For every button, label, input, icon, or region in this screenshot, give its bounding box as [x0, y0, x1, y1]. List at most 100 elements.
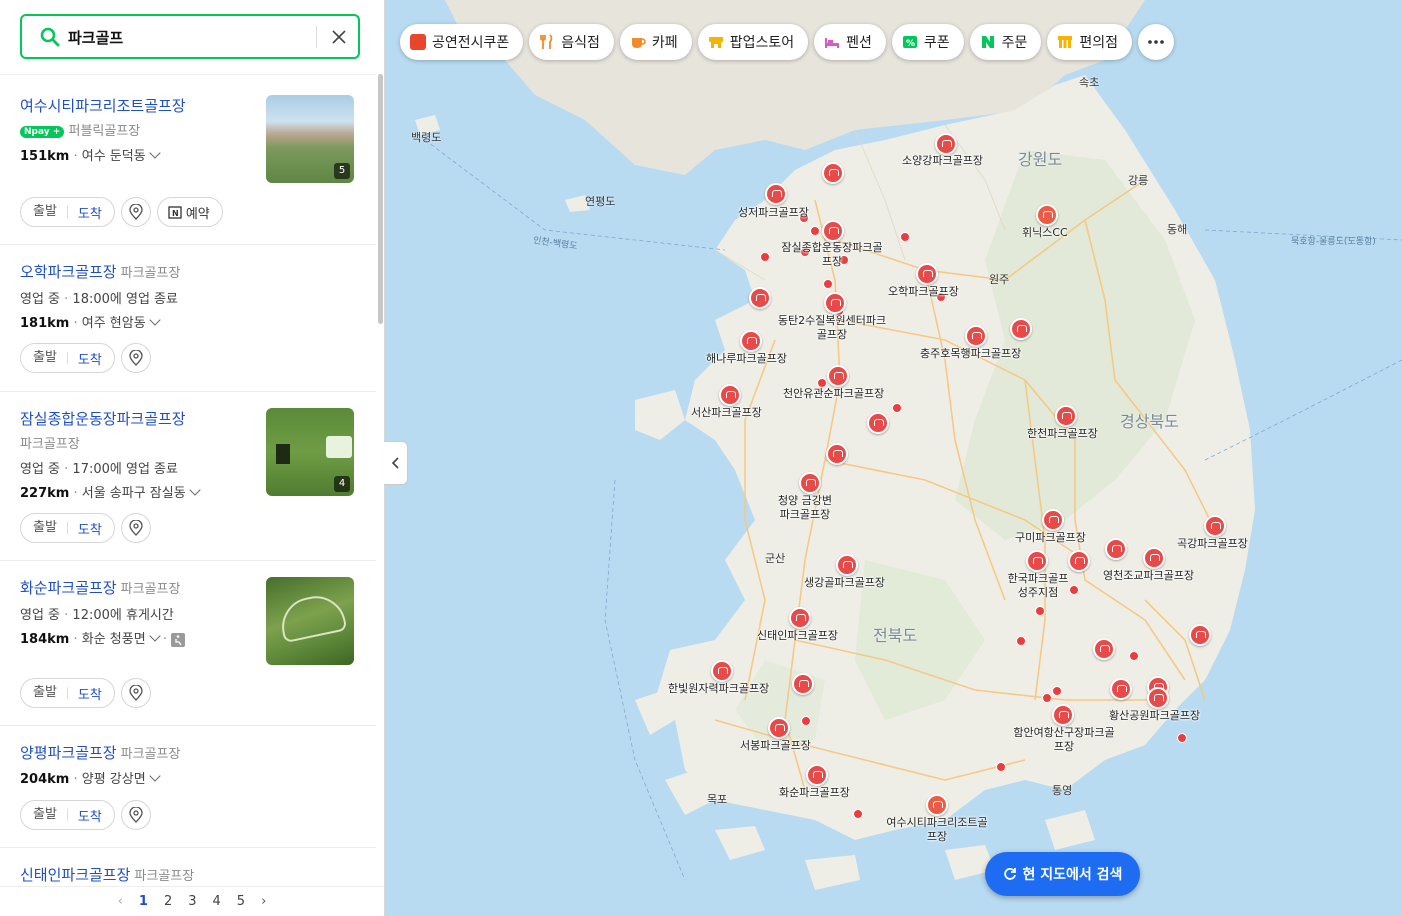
- result-item-ohak-park[interactable]: 오학파크골프장 파크골프장 영업 중 · 18:00에 영업 종료 181km ·…: [0, 245, 376, 392]
- map-dot[interactable]: [1177, 733, 1187, 743]
- map-pin[interactable]: [826, 443, 848, 465]
- map-pin[interactable]: [1105, 538, 1127, 560]
- result-item-yangpyeong-park[interactable]: 양평파크골프장 파크골프장 204km · 양평 강상면 출발 도착: [0, 726, 376, 848]
- map-pin-gumi[interactable]: [1042, 509, 1064, 531]
- map-pin-gokgang[interactable]: [1204, 515, 1226, 537]
- result-photo[interactable]: 5: [266, 95, 354, 183]
- depart-button[interactable]: 출발: [21, 808, 68, 821]
- depart-button[interactable]: 출발: [21, 686, 68, 699]
- map-pin-yeongcheon[interactable]: [1143, 547, 1165, 569]
- map-pin[interactable]: [1189, 624, 1211, 646]
- search-box[interactable]: [20, 14, 360, 59]
- place-label[interactable]: 한빛원자력파크골프장: [668, 682, 769, 696]
- result-photo[interactable]: 4: [266, 408, 354, 496]
- chip-convenience-store[interactable]: 편의점: [1047, 24, 1133, 60]
- page-5[interactable]: 5: [237, 894, 245, 909]
- place-label[interactable]: 영천조교파크골프장: [1103, 569, 1194, 583]
- place-label[interactable]: 해나루파크골프장: [706, 352, 787, 366]
- map-dot[interactable]: [996, 762, 1006, 772]
- reserve-button[interactable]: N 예약: [156, 197, 223, 227]
- place-label[interactable]: 청양 금강변 파크골프장: [775, 494, 835, 522]
- place-label[interactable]: 동탄2수질복원센터파크 골프장: [777, 314, 887, 342]
- place-label[interactable]: 한천파크골프장: [1027, 427, 1098, 441]
- depart-button[interactable]: 출발: [21, 351, 68, 364]
- page-2[interactable]: 2: [164, 894, 172, 909]
- place-label[interactable]: 여수시티파크리조트골 프장: [881, 816, 993, 844]
- arrive-button[interactable]: 도착: [68, 519, 114, 538]
- place-label[interactable]: 황산공원파크골프장: [1109, 709, 1200, 723]
- map-pin-ohak[interactable]: [916, 263, 938, 285]
- map-pin-cheonan[interactable]: [827, 365, 849, 387]
- result-title[interactable]: 여수시티파크리조트골프장: [20, 95, 186, 116]
- map-pin[interactable]: [1068, 550, 1090, 572]
- map-dot[interactable]: [1042, 693, 1052, 703]
- chevron-down-icon[interactable]: [189, 484, 201, 496]
- result-title[interactable]: 양평파크골프장: [20, 744, 117, 762]
- more-chips-button[interactable]: [1138, 24, 1175, 60]
- chip-performance-coupon[interactable]: 공연전시쿠폰: [400, 24, 524, 60]
- collapse-panel-button[interactable]: [384, 441, 408, 485]
- map-dot[interactable]: [1016, 636, 1026, 646]
- arrive-button[interactable]: 도착: [68, 806, 114, 825]
- map-pin-haenaru[interactable]: [740, 330, 762, 352]
- place-label[interactable]: 충주호목행파크골프장: [920, 347, 1021, 361]
- place-label[interactable]: 휘닉스CC: [1022, 226, 1068, 240]
- location-pin-button[interactable]: [120, 343, 151, 373]
- place-label[interactable]: 신태인파크골프장: [757, 629, 838, 643]
- place-label[interactable]: 함안여항산구장파크골 프장: [1009, 726, 1119, 754]
- map-dot[interactable]: [1129, 651, 1139, 661]
- map-pin-chungju[interactable]: [965, 325, 987, 347]
- search-input[interactable]: [68, 24, 308, 50]
- map-dot[interactable]: [760, 252, 770, 262]
- page-4[interactable]: 4: [213, 894, 221, 909]
- chip-popup-store[interactable]: 팝업스토어: [697, 24, 809, 60]
- map-pin-jamsil[interactable]: [822, 220, 844, 242]
- depart-button[interactable]: 출발: [21, 521, 68, 534]
- result-title[interactable]: 신태인파크골프장: [20, 866, 130, 884]
- result-item-jamsil-park[interactable]: 잠실종합운동장파크골프장 파크골프장 영업 중 · 17:00에 영업 종료 2…: [0, 392, 376, 561]
- map-pin-sintaein[interactable]: [789, 607, 811, 629]
- result-photo[interactable]: [266, 577, 354, 665]
- chevron-down-icon[interactable]: [149, 770, 161, 782]
- location-pin-button[interactable]: [120, 800, 151, 830]
- chevron-down-icon[interactable]: [149, 630, 161, 642]
- result-item-yeosu-city-park[interactable]: 여수시티파크리조트골프장 Npay + 퍼블릭골프장 151km · 여수 둔덕…: [0, 75, 376, 245]
- result-item-sintaein-park[interactable]: 신태인파크골프장 파크골프장: [0, 848, 376, 886]
- chevron-down-icon[interactable]: [149, 314, 161, 326]
- place-label[interactable]: 구미파크골프장: [1015, 531, 1086, 545]
- page-1[interactable]: 1: [139, 894, 148, 909]
- chip-cafe[interactable]: 카페: [619, 24, 692, 60]
- place-label[interactable]: 잠실종합운동장파크골 프장: [777, 241, 887, 269]
- map-dot[interactable]: [853, 809, 863, 819]
- map-pin[interactable]: [792, 673, 814, 695]
- location-pin-button[interactable]: [120, 197, 151, 227]
- location-pin-button[interactable]: [120, 513, 151, 543]
- map-pin-seobong[interactable]: [768, 717, 790, 739]
- map-dot[interactable]: [801, 716, 811, 726]
- map-dot[interactable]: [900, 232, 910, 242]
- result-item-hwasun-park[interactable]: 화순파크골프장 파크골프장 영업 중 · 12:00에 휴게시간 184km · …: [0, 561, 376, 726]
- place-label[interactable]: 성저파크골프장: [738, 206, 809, 220]
- chip-pension[interactable]: 펜션: [814, 24, 886, 60]
- map-pin-haman[interactable]: [1052, 704, 1074, 726]
- map-pin[interactable]: [749, 287, 771, 309]
- place-label[interactable]: 생강골파크골프장: [804, 576, 885, 590]
- chevron-down-icon[interactable]: [149, 147, 161, 159]
- place-label[interactable]: 화순파크골프장: [779, 786, 850, 800]
- close-icon[interactable]: [326, 24, 352, 50]
- result-title[interactable]: 화순파크골프장: [20, 579, 117, 597]
- arrive-button[interactable]: 도착: [68, 203, 114, 222]
- place-label[interactable]: 오학파크골프장: [888, 285, 959, 299]
- chip-restaurant[interactable]: 음식점: [529, 24, 614, 60]
- map-pin-hanbit[interactable]: [711, 660, 733, 682]
- map-pin[interactable]: [867, 412, 889, 434]
- map-pin-seongju[interactable]: [1026, 550, 1048, 572]
- depart-button[interactable]: 출발: [21, 205, 68, 218]
- place-label[interactable]: 천안유관순파크골프장: [783, 387, 884, 401]
- map-dot[interactable]: [892, 403, 902, 413]
- list-scrollbar[interactable]: [378, 74, 383, 324]
- map-pin-saenggang[interactable]: [836, 554, 858, 576]
- map-pin-phoenix[interactable]: [1036, 204, 1058, 226]
- map-dot[interactable]: [1052, 686, 1062, 696]
- result-title[interactable]: 오학파크골프장: [20, 263, 117, 281]
